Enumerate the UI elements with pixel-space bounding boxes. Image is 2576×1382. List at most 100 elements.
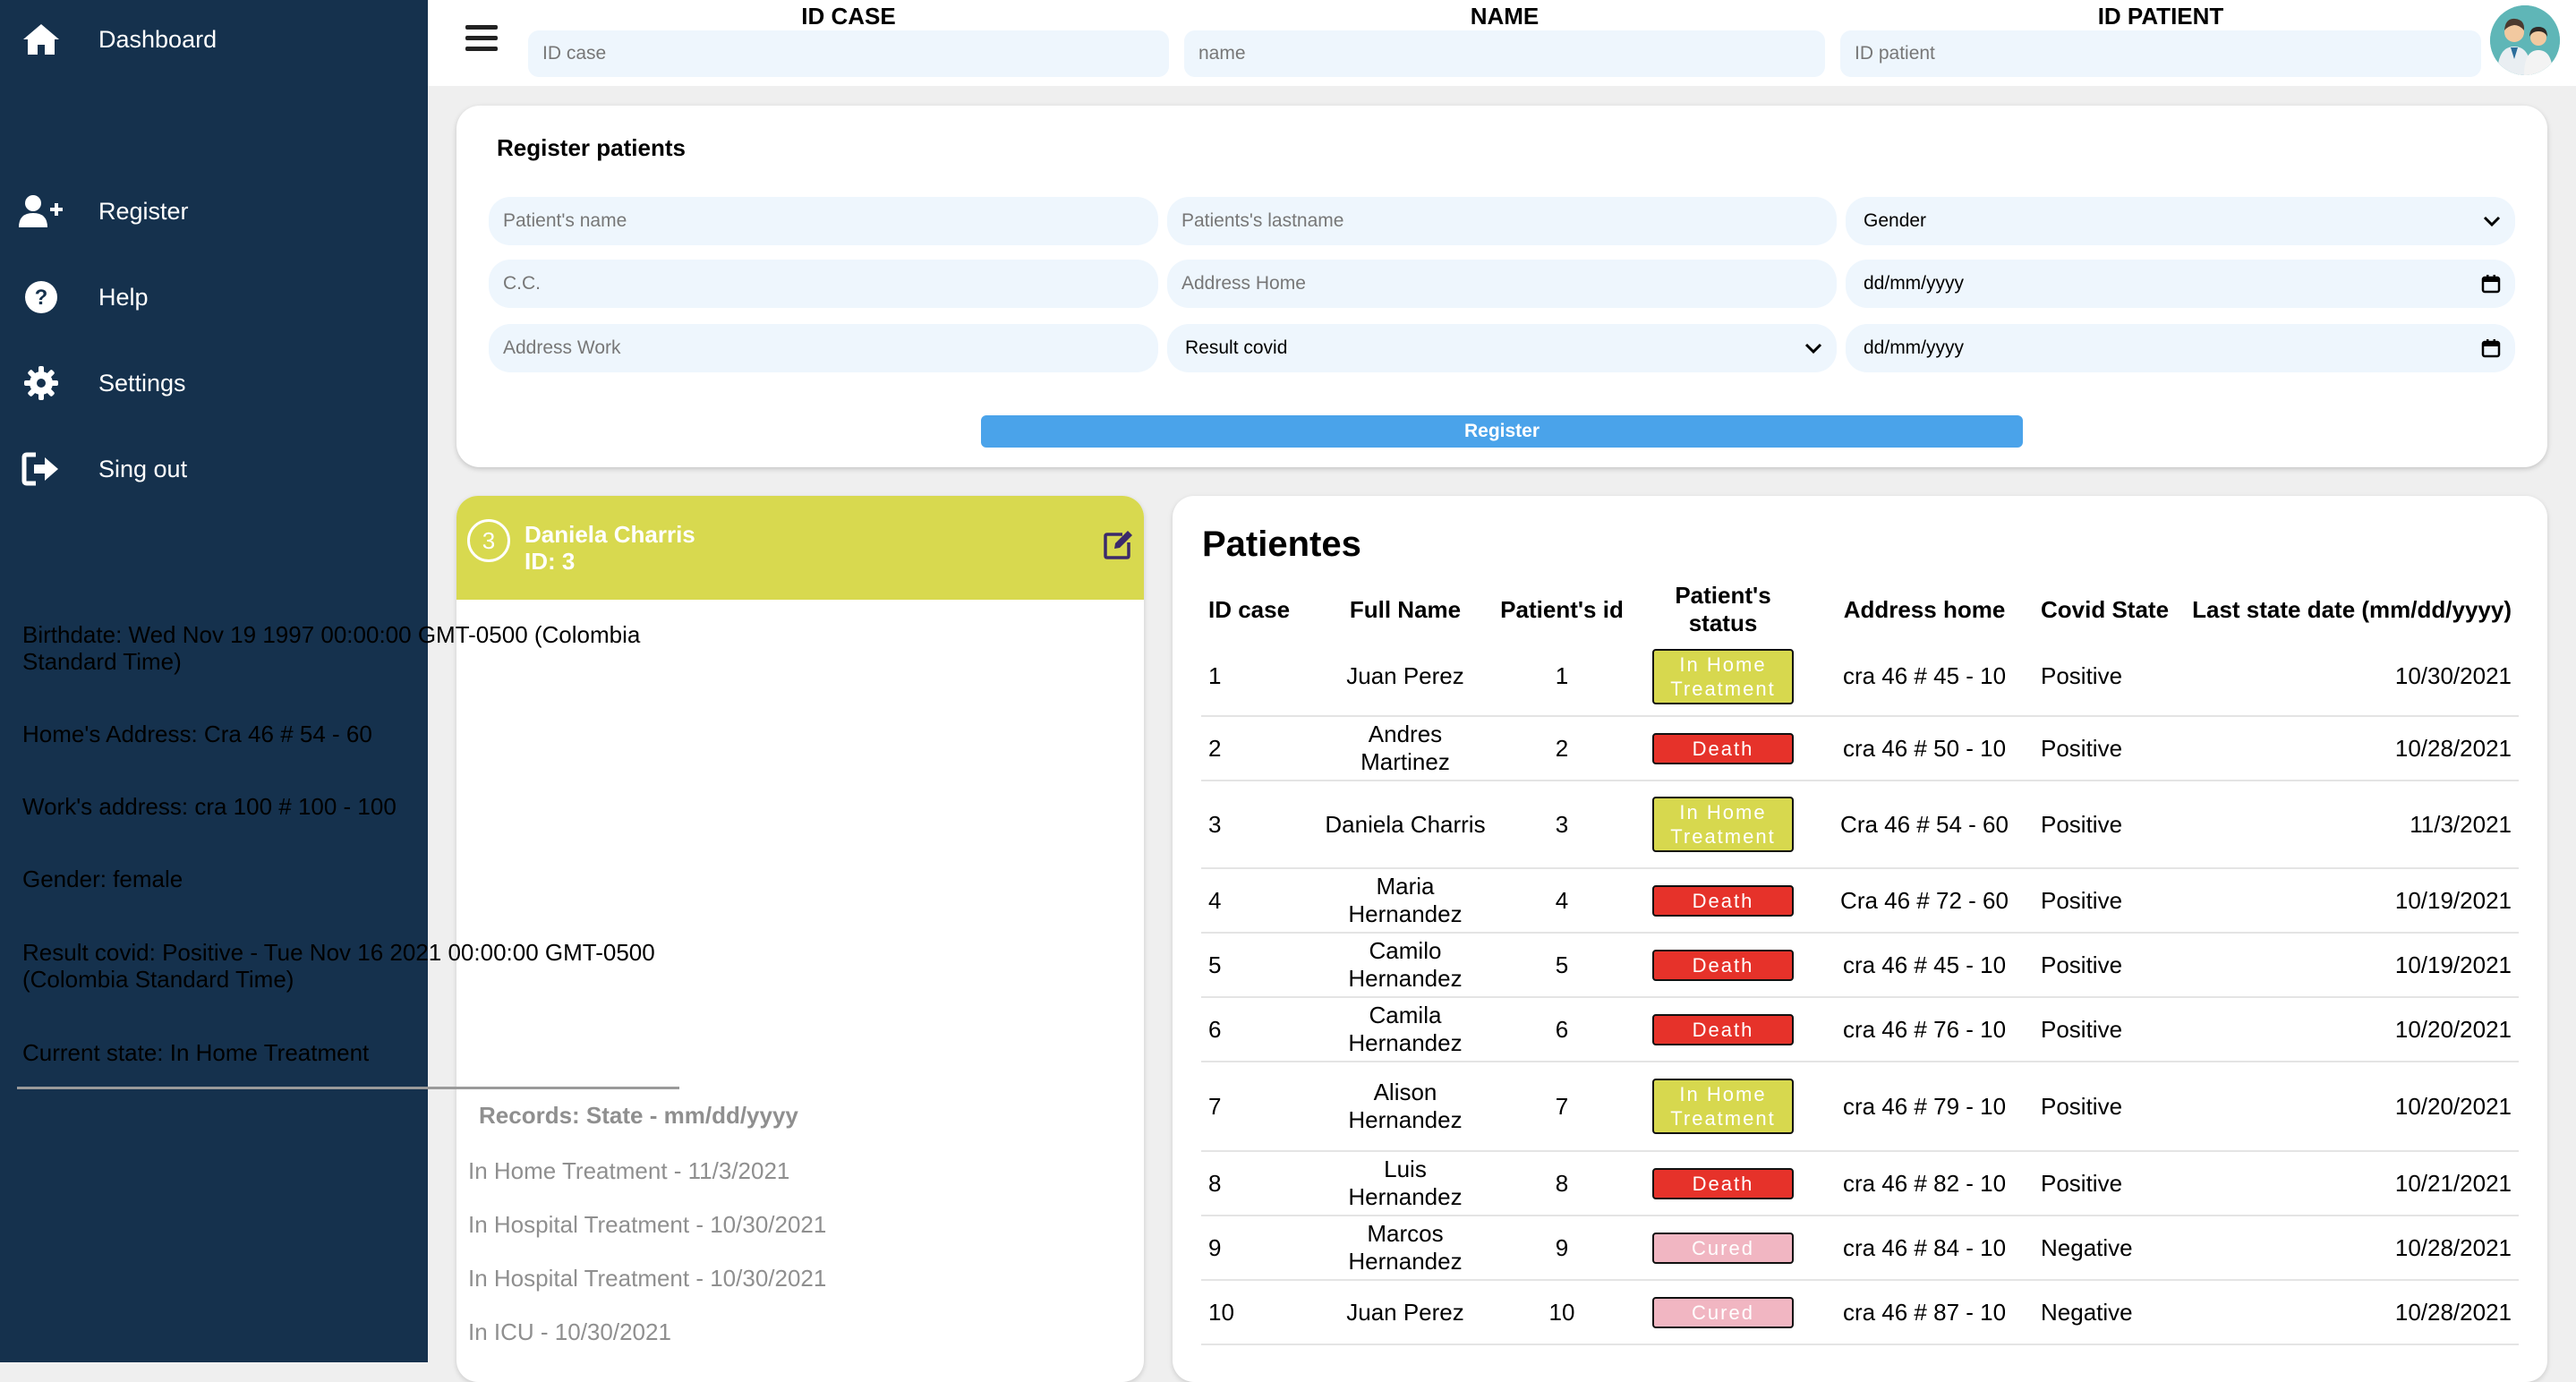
cell-covid-state: Positive (2041, 637, 2179, 717)
cell-full-name: Juan Perez (1325, 1280, 1486, 1345)
id-patient-search-input[interactable] (1840, 30, 2481, 77)
table-row[interactable]: 1 Juan Perez 1 In Home Treatment cra 46 … (1201, 637, 2519, 717)
cell-last-date: 10/19/2021 (2179, 933, 2519, 998)
id-patient-label: ID PATIENT (2097, 3, 2224, 30)
cell-patient-id: 2 (1486, 716, 1638, 781)
column-header[interactable]: Covid State (2041, 582, 2179, 637)
home-icon (18, 20, 64, 59)
cell-patient-id: 9 (1486, 1216, 1638, 1281)
table-row[interactable]: 5 Camilo Hernandez 5 Death cra 46 # 45 -… (1201, 933, 2519, 998)
name-label: NAME (1470, 3, 1540, 30)
status-badge: Cured (1652, 1296, 1794, 1328)
cell-address: cra 46 # 45 - 10 (1808, 933, 2041, 998)
sidebar-item-register[interactable]: Register (0, 184, 428, 238)
cell-covid-state: Positive (2041, 933, 2179, 998)
column-header[interactable]: Last state date (mm/dd/yyyy) (2179, 582, 2519, 637)
sidebar: Dashboard Register ? Help Settings Sing … (0, 0, 428, 1362)
register-button[interactable]: Register (981, 415, 2023, 448)
patient-current-state: Current state: In Home Treatment (22, 1039, 370, 1066)
cell-address: cra 46 # 84 - 10 (1808, 1216, 2041, 1281)
cell-id-case: 6 (1201, 997, 1325, 1062)
record-item: In Home Treatment - 11/3/2021 (468, 1157, 790, 1184)
id-case-label: ID CASE (801, 3, 896, 30)
gear-icon (18, 363, 64, 403)
status-badge: In Home Treatment (1652, 648, 1794, 704)
patient-gender: Gender: female (22, 866, 183, 892)
table-row[interactable]: 2 Andres Martinez 2 Death cra 46 # 50 - … (1201, 716, 2519, 781)
cc-input[interactable] (489, 260, 1158, 308)
birthdate-input[interactable]: dd/mm/yyyy (1846, 260, 2515, 308)
id-case-search-input[interactable] (528, 30, 1169, 77)
record-item: In ICU - 10/30/2021 (468, 1318, 671, 1345)
sidebar-item-sign-out[interactable]: Sing out (0, 442, 428, 496)
patient-work-address: Work's address: cra 100 # 100 - 100 (22, 793, 397, 820)
cell-address: cra 46 # 76 - 10 (1808, 997, 2041, 1062)
column-header[interactable]: Patient's status (1638, 582, 1808, 637)
cell-covid-state: Positive (2041, 716, 2179, 781)
cell-id-case: 1 (1201, 637, 1325, 717)
cell-patient-id: 4 (1486, 868, 1638, 934)
column-header[interactable]: ID case (1201, 582, 1325, 637)
table-row[interactable]: 9 Marcos Hernandez 9 Cured cra 46 # 84 -… (1201, 1216, 2519, 1281)
cell-address: cra 46 # 79 - 10 (1808, 1062, 2041, 1152)
result-date-input[interactable]: dd/mm/yyyy (1846, 324, 2515, 372)
sidebar-item-dashboard[interactable]: Dashboard (0, 13, 428, 66)
records-title: Records: State - mm/dd/yyyy (479, 1102, 798, 1129)
table-row[interactable]: 4 Maria Hernandez 4 Death Cra 46 # 72 - … (1201, 868, 2519, 934)
patient-detail-header: 3 Daniela Charris ID: 3 (456, 496, 1144, 600)
cell-last-date: 10/28/2021 (2179, 1216, 2519, 1281)
status-badge: Death (1652, 949, 1794, 981)
cell-covid-state: Negative (2041, 1280, 2179, 1345)
status-badge: Death (1652, 732, 1794, 764)
sidebar-item-label: Help (98, 283, 149, 311)
table-row[interactable]: 6 Camila Hernandez 6 Death cra 46 # 76 -… (1201, 997, 2519, 1062)
column-header[interactable]: Patient's id (1486, 582, 1638, 637)
birthdate-value: dd/mm/yyyy (1864, 273, 1965, 294)
cell-full-name: Juan Perez (1325, 637, 1486, 717)
table-row[interactable]: 10 Juan Perez 10 Cured cra 46 # 87 - 10 … (1201, 1280, 2519, 1345)
chevron-down-icon (1804, 343, 1822, 354)
cell-patient-id: 5 (1486, 933, 1638, 998)
menu-icon[interactable] (465, 25, 498, 55)
cell-id-case: 2 (1201, 716, 1325, 781)
cell-address: cra 46 # 50 - 10 (1808, 716, 2041, 781)
record-item: In Hospital Treatment - 10/30/2021 (468, 1211, 827, 1238)
cell-patient-id: 10 (1486, 1280, 1638, 1345)
address-work-input[interactable] (489, 324, 1158, 372)
cell-patient-id: 1 (1486, 637, 1638, 717)
table-row[interactable]: 8 Luis Hernandez 8 Death cra 46 # 82 - 1… (1201, 1151, 2519, 1216)
table-header-row: ID case Full Name Patient's id Patient's… (1201, 582, 2519, 637)
cell-patient-id: 3 (1486, 781, 1638, 869)
status-badge: In Home Treatment (1652, 1079, 1794, 1134)
cell-covid-state: Negative (2041, 1216, 2179, 1281)
sidebar-item-label: Settings (98, 369, 186, 397)
patient-lastname-input[interactable] (1167, 197, 1837, 245)
gender-select[interactable]: Gender (1846, 197, 2515, 245)
sign-out-icon (18, 449, 64, 489)
table-row[interactable]: 3 Daniela Charris 3 In Home Treatment Cr… (1201, 781, 2519, 869)
table-title: Patientes (1202, 525, 1361, 564)
sidebar-item-label: Sing out (98, 455, 188, 482)
sidebar-item-help[interactable]: ? Help (0, 270, 428, 324)
calendar-icon[interactable] (2481, 338, 2501, 358)
edit-icon[interactable] (1103, 530, 1133, 560)
cell-id-case: 3 (1201, 781, 1325, 869)
column-header[interactable]: Full Name (1325, 582, 1486, 637)
patient-name-input[interactable] (489, 197, 1158, 245)
result-covid-select[interactable]: Result covid (1167, 324, 1837, 372)
address-home-input[interactable] (1167, 260, 1837, 308)
sidebar-item-settings[interactable]: Settings (0, 356, 428, 410)
name-search-input[interactable] (1184, 30, 1825, 77)
cell-last-date: 10/30/2021 (2179, 637, 2519, 717)
avatar[interactable] (2490, 5, 2560, 75)
cell-id-case: 8 (1201, 1151, 1325, 1216)
table-row[interactable]: 7 Alison Hernandez 7 In Home Treatment c… (1201, 1062, 2519, 1152)
cell-covid-state: Positive (2041, 997, 2179, 1062)
cell-last-date: 10/19/2021 (2179, 868, 2519, 934)
cell-id-case: 4 (1201, 868, 1325, 934)
column-header[interactable]: Address home (1808, 582, 2041, 637)
cell-full-name: Luis Hernandez (1325, 1151, 1486, 1216)
case-number-badge: 3 (467, 519, 510, 562)
cell-covid-state: Positive (2041, 868, 2179, 934)
calendar-icon[interactable] (2481, 274, 2501, 294)
